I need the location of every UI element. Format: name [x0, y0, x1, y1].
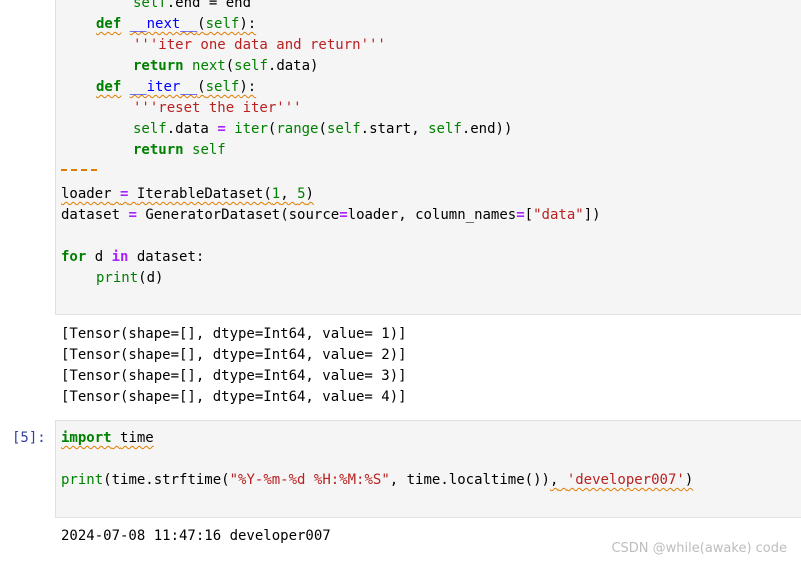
- code-line: dataset = GeneratorDataset(source=loader…: [61, 207, 601, 223]
- code-cell-input[interactable]: [55, 420, 801, 518]
- code-line: '''iter one data and return''': [133, 37, 386, 53]
- output-line: 2024-07-08 11:47:16 developer007: [61, 528, 331, 544]
- code-line: def __iter__(self):: [96, 79, 257, 95]
- lint-marker: [61, 169, 97, 171]
- output-line: [Tensor(shape=[], dtype=Int64, value= 4)…: [61, 389, 407, 405]
- execution-count-prompt: [5]:: [12, 430, 46, 446]
- code-line: return next(self.data): [133, 58, 319, 74]
- watermark: CSDN @while(awake) code: [611, 541, 787, 556]
- code-line: return self: [133, 142, 226, 158]
- output-line: [Tensor(shape=[], dtype=Int64, value= 2)…: [61, 347, 407, 363]
- code-line: '''reset the iter''': [133, 100, 302, 116]
- code-line: def __next__(self):: [96, 16, 257, 32]
- code-line: for d in dataset:: [61, 249, 205, 265]
- notebook: self.end = end def __next__(self): '''it…: [0, 0, 801, 565]
- code-line: print(time.strftime("%Y-%m-%d %H:%M:%S",…: [61, 472, 694, 488]
- code-line: print(d): [96, 270, 164, 286]
- output-line: [Tensor(shape=[], dtype=Int64, value= 3)…: [61, 368, 407, 384]
- code-line: self.data = iter(range(self.start, self.…: [133, 121, 513, 137]
- code-line: import time: [61, 430, 154, 446]
- output-line: [Tensor(shape=[], dtype=Int64, value= 1)…: [61, 326, 407, 342]
- code-line: self.end = end: [133, 0, 252, 11]
- code-line: loader = IterableDataset(1, 5): [61, 186, 314, 202]
